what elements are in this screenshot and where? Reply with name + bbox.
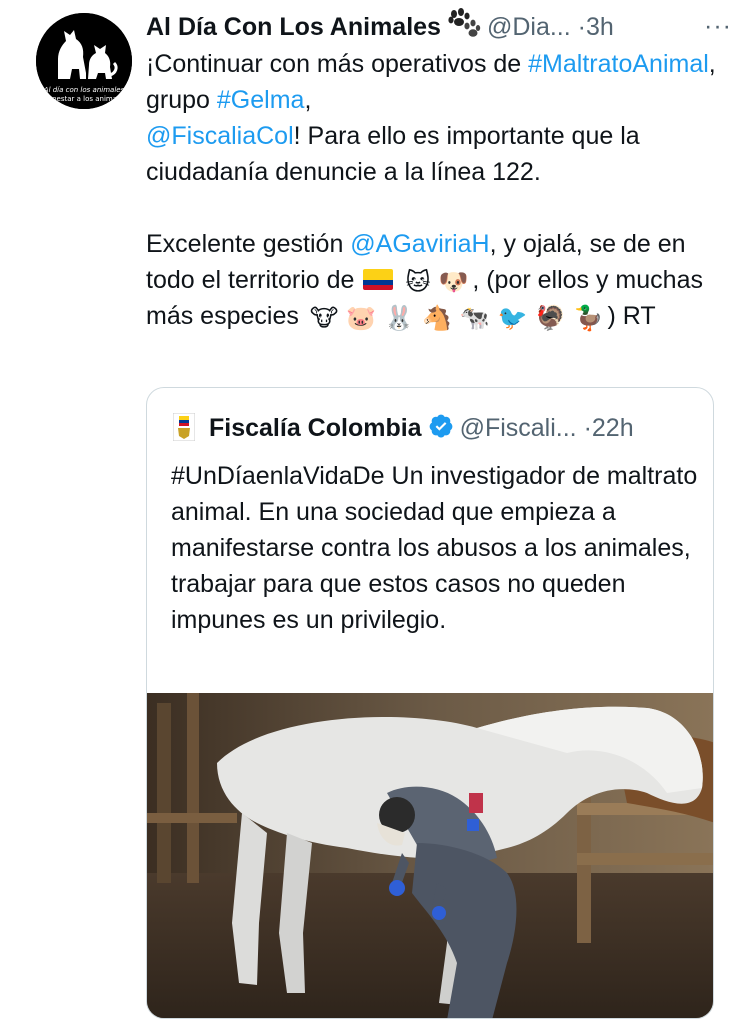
verified-badge-icon [428, 411, 454, 451]
avatar-subtitle: Bienestar a los animales [41, 95, 127, 103]
separator-dot: · [577, 13, 586, 41]
timestamp[interactable]: 3h [586, 13, 614, 41]
turkey-icon: 🦃 [535, 304, 566, 332]
quoted-tweet-header: Fiscalía Colombia @Fiscali... ·22h [172, 408, 703, 451]
cat-face-icon: 🐱 [405, 268, 431, 296]
duck-icon: 🦆 [573, 304, 604, 332]
tweet-paragraph-1: ¡Continuar con más operativos de #Maltra… [146, 50, 716, 186]
quoted-media-image[interactable] [147, 693, 713, 1018]
fiscalia-logo-icon [172, 412, 196, 442]
quoted-tweet[interactable]: Fiscalía Colombia @Fiscali... ·22h #UnDí… [146, 387, 714, 1019]
horse-face-icon: 🐴 [422, 304, 452, 332]
paw-prints-icon [447, 8, 481, 48]
display-name[interactable]: Al Día Con Los Animales [146, 13, 441, 41]
cow-face-icon: 🐮 [309, 304, 339, 332]
tweet-header: Al Día Con Los Animales @Dia... ·3h ··· [146, 8, 736, 44]
mention-agaviriah[interactable]: @AGaviriaH [350, 230, 489, 258]
rabbit-face-icon: 🐰 [384, 304, 414, 332]
quoted-tweet-text: #UnDíaenlaVidaDe Un investigador de malt… [171, 462, 698, 634]
quoted-handle[interactable]: @Fiscali... [460, 414, 577, 442]
quoted-display-name[interactable]: Fiscalía Colombia [209, 414, 422, 442]
handle[interactable]: @Dia... [487, 13, 571, 41]
horse-inspection-photo [147, 693, 713, 1018]
bird-icon: 🐦 [497, 304, 528, 332]
avatar-title: Al día con los animales [43, 86, 125, 94]
hashtag-maltrato-animal[interactable]: #MaltratoAnimal [528, 50, 709, 78]
pig-face-icon: 🐷 [346, 304, 377, 332]
mention-fiscaliacol[interactable]: @FiscaliaCol [146, 122, 294, 150]
quoted-separator-dot: · [583, 414, 592, 442]
tweet-paragraph-2: Excelente gestión @AGaviriaH, y ojalá, s… [146, 230, 703, 332]
tweet-text: ¡Continuar con más operativos de #Maltra… [146, 46, 726, 334]
dog-face-icon: 🐶 [438, 268, 469, 296]
quoted-timestamp[interactable]: 22h [592, 414, 634, 442]
more-options-icon[interactable]: ··· [704, 8, 732, 44]
colombia-flag-icon [363, 269, 394, 290]
hashtag-gelma[interactable]: #Gelma [217, 86, 305, 114]
tweet[interactable]: Al día con los animales Bienestar a los … [0, 0, 750, 1024]
cow-icon: 🐄 [459, 304, 490, 332]
avatar[interactable]: Al día con los animales Bienestar a los … [36, 13, 132, 109]
